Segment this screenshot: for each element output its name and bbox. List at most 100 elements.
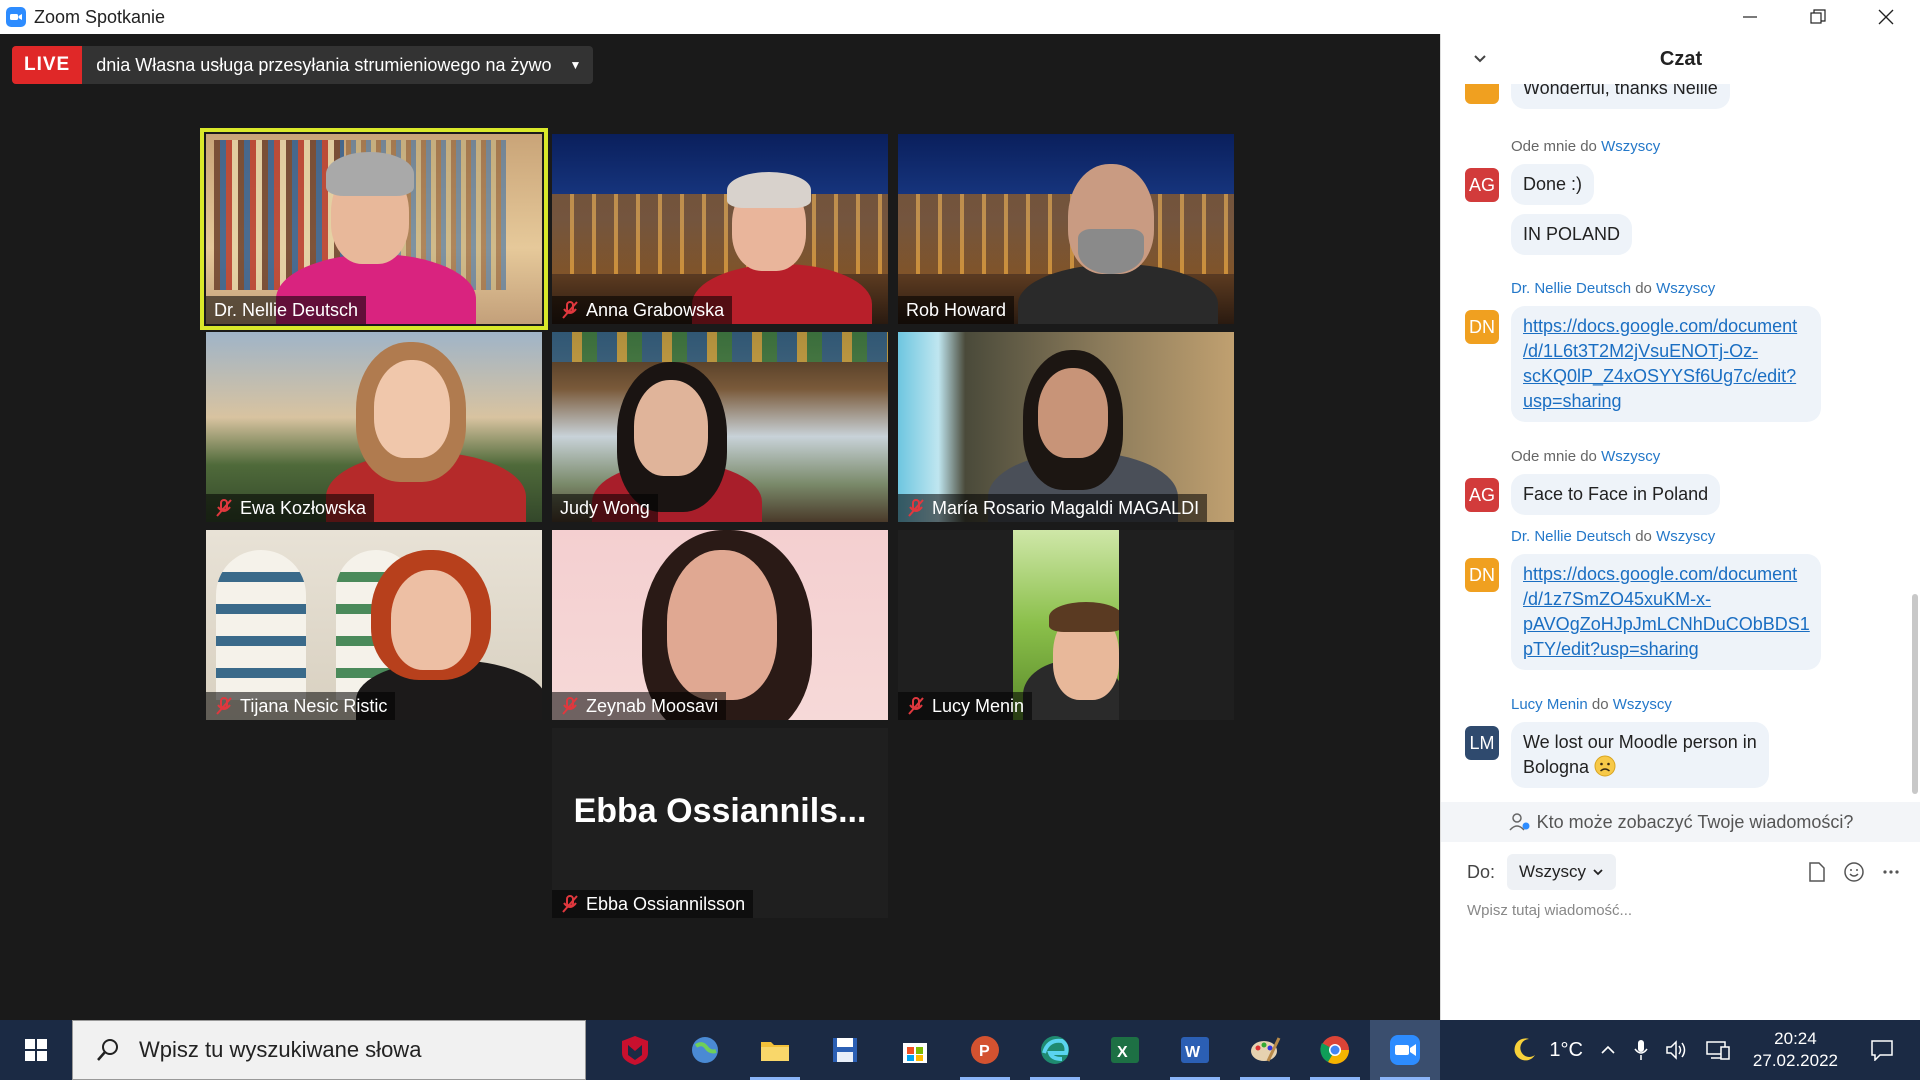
video-tile[interactable]: Tijana Nesic Ristic — [206, 530, 542, 720]
chat-privacy-link[interactable]: Kto może zobaczyć Twoje wiadomości? — [1441, 802, 1920, 842]
taskbar-app-paint[interactable] — [1230, 1020, 1300, 1080]
chat-message-bubble: https://docs.google.com/document/d/1z7Sm… — [1511, 554, 1821, 670]
chevron-up-icon — [1601, 1045, 1615, 1054]
paint-palette-icon — [1251, 1037, 1281, 1062]
chat-link[interactable]: https://docs.google.com/document/d/1z7Sm… — [1523, 564, 1810, 659]
chat-link[interactable]: https://docs.google.com/document/d/1L6t3… — [1523, 316, 1797, 411]
chat-header: Czat — [1441, 34, 1920, 84]
restore-button[interactable] — [1784, 0, 1852, 34]
muted-mic-icon — [562, 697, 578, 715]
video-tile[interactable]: Rob Howard — [898, 134, 1234, 324]
video-tile[interactable]: Dr. Nellie Deutsch — [200, 128, 548, 330]
mcafee-icon — [622, 1036, 648, 1065]
building-background — [898, 194, 1234, 274]
chevron-down-icon[interactable] — [1471, 50, 1489, 68]
video-tile[interactable]: Ewa Kozłowska — [206, 332, 542, 522]
taskbar-app-zoom[interactable] — [1370, 1020, 1440, 1080]
dropdown-caret-icon[interactable]: ▼ — [565, 46, 593, 84]
chat-recipient-row: Do: Wszyscy — [1441, 852, 1920, 892]
taskbar-app-mcafee[interactable] — [600, 1020, 670, 1080]
live-badge: LIVE — [12, 46, 83, 84]
excel-icon: X — [1111, 1037, 1139, 1063]
muted-mic-icon — [908, 499, 924, 517]
participant-face — [634, 380, 708, 476]
moon-icon — [1514, 1038, 1536, 1061]
notifications-button[interactable] — [1852, 1039, 1920, 1061]
taskbar-app-store[interactable] — [880, 1020, 950, 1080]
meeting-area: LIVE dnia Własna usługa przesyłania stru… — [0, 34, 1440, 1020]
taskbar-app-edge[interactable] — [1020, 1020, 1090, 1080]
more-icon[interactable] — [1881, 862, 1901, 882]
participant-name-tag: Lucy Menin — [898, 692, 1033, 720]
chat-recipient-link[interactable]: Wszyscy — [1613, 696, 1672, 713]
chevron-down-icon — [1593, 869, 1603, 876]
chat-message-bubble: Done :) — [1511, 164, 1595, 205]
muted-mic-icon — [908, 697, 924, 715]
muted-mic-icon — [562, 301, 578, 319]
participant-face — [1038, 368, 1108, 458]
participant-display-name: Ebba Ossiannils... — [573, 792, 867, 830]
avatar: AG — [1465, 478, 1499, 512]
chat-recipient-link[interactable]: Wszyscy — [1656, 280, 1715, 297]
taskbar-app-globe[interactable] — [670, 1020, 740, 1080]
to-label: Do: — [1467, 861, 1496, 882]
start-button[interactable] — [0, 1020, 72, 1080]
bookshelf — [216, 550, 306, 700]
chat-messages[interactable]: Wonderful, thanks Nellie Ode mnie do Wsz… — [1441, 84, 1911, 802]
taskbar-app-save[interactable] — [810, 1020, 880, 1080]
chat-recipient-link[interactable]: Wszyscy — [1601, 448, 1660, 465]
chat-scrollbar[interactable] — [1912, 594, 1918, 794]
participant-name-tag: Ewa Kozłowska — [206, 494, 375, 522]
edge-icon — [1041, 1036, 1069, 1064]
participant-beard — [1078, 229, 1144, 274]
close-button[interactable] — [1852, 0, 1920, 34]
taskbar-app-chrome[interactable] — [1300, 1020, 1370, 1080]
show-hidden-icons-button[interactable] — [1591, 1041, 1625, 1059]
network-tray-button[interactable] — [1697, 1039, 1739, 1061]
file-icon[interactable] — [1807, 861, 1827, 883]
volume-icon — [1666, 1040, 1686, 1060]
close-icon — [1878, 9, 1894, 25]
avatar: DN — [1465, 310, 1499, 344]
chat-recipient-link[interactable]: Wszyscy — [1601, 138, 1660, 155]
chat-recipient-link[interactable]: Wszyscy — [1656, 528, 1715, 545]
taskbar-app-explorer[interactable] — [740, 1020, 810, 1080]
video-tile[interactable]: Anna Grabowska — [552, 134, 888, 324]
live-stream-bar[interactable]: LIVE dnia Własna usługa przesyłania stru… — [12, 46, 594, 84]
muted-mic-icon — [216, 499, 232, 517]
participant-name-tag: Judy Wong — [552, 494, 658, 522]
person-visibility-icon — [1509, 813, 1530, 831]
video-tile[interactable]: Judy Wong — [552, 332, 888, 522]
taskbar-app-word[interactable]: W — [1160, 1020, 1230, 1080]
recipient-select[interactable]: Wszyscy — [1507, 854, 1617, 890]
participant-name-tag: Rob Howard — [898, 296, 1015, 324]
sad-face-icon — [1594, 755, 1616, 777]
restore-icon — [1810, 9, 1826, 24]
participant-hair — [727, 172, 811, 208]
volume-tray-button[interactable] — [1657, 1039, 1697, 1061]
clock[interactable]: 20:24 27.02.2022 — [1739, 1028, 1852, 1072]
avatar: DN — [1465, 558, 1499, 592]
participant-name-tag: Dr. Nellie Deutsch — [206, 296, 367, 324]
microphone-tray-button[interactable] — [1625, 1039, 1657, 1061]
minimize-button[interactable] — [1716, 0, 1784, 34]
chat-sender-line: Ode mnie do Wszyscy — [1511, 448, 1661, 465]
system-tray: 1°C 20:24 27.02.2022 — [1501, 1020, 1920, 1080]
video-tile[interactable]: Lucy Menin — [898, 530, 1234, 720]
video-tile[interactable]: Ebba Ossiannils... Ebba Ossiannilsson — [552, 728, 888, 918]
weather-widget[interactable]: 1°C — [1501, 1035, 1591, 1065]
video-tile[interactable]: Zeynab Moosavi — [552, 530, 888, 720]
minimize-icon — [1743, 16, 1757, 18]
chat-message-bubble: Wonderful, thanks Nellie — [1511, 84, 1730, 109]
muted-mic-icon — [216, 697, 232, 715]
emoji-icon[interactable] — [1843, 861, 1865, 883]
svg-text:X: X — [1117, 1044, 1128, 1061]
taskbar-app-powerpoint[interactable]: P — [950, 1020, 1020, 1080]
taskbar-app-excel[interactable]: X — [1090, 1020, 1160, 1080]
taskbar-search[interactable]: Wpisz tu wyszukiwane słowa — [72, 1020, 586, 1080]
avatar — [1465, 84, 1499, 104]
live-stream-label: dnia Własna usługa przesyłania strumieni… — [96, 54, 552, 75]
chat-input[interactable]: Wpisz tutaj wiadomość... — [1467, 902, 1632, 919]
video-tile[interactable]: María Rosario Magaldi MAGALDI — [898, 332, 1234, 522]
svg-text:P: P — [979, 1043, 990, 1060]
